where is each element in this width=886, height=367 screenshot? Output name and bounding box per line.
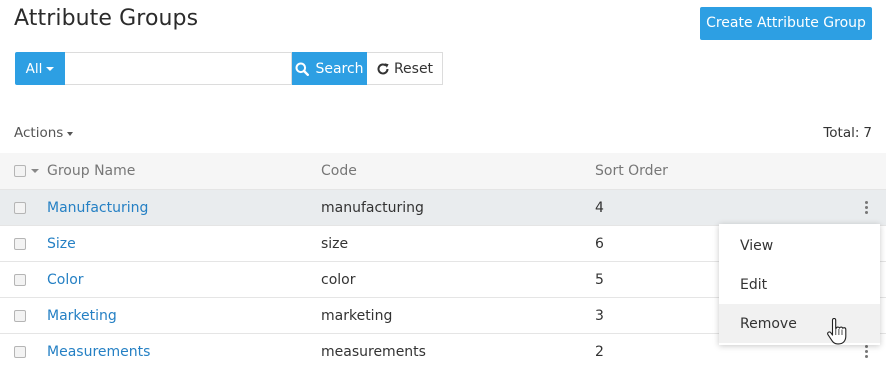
row-checkbox[interactable]	[14, 237, 26, 250]
table-header: Group Name Code Sort Order	[0, 153, 886, 189]
menu-item-view[interactable]: View	[719, 226, 880, 265]
total-label: Total:	[823, 125, 860, 141]
row-actions-menu: View Edit Remove	[719, 224, 880, 345]
group-sort-order: 6	[595, 235, 604, 252]
kebab-icon[interactable]	[862, 345, 870, 358]
group-code: marketing	[321, 307, 393, 324]
group-sort-order: 3	[595, 307, 604, 324]
group-name-link[interactable]: Marketing	[47, 308, 117, 324]
scope-dropdown[interactable]: All	[15, 52, 65, 85]
group-name-link[interactable]: Manufacturing	[47, 200, 148, 216]
group-sort-order: 4	[595, 199, 604, 216]
total-value: 7	[863, 125, 872, 141]
search-icon	[295, 62, 310, 76]
group-code: measurements	[321, 343, 426, 360]
table-row[interactable]: Manufacturing manufacturing 4	[0, 189, 886, 225]
reset-button-label: Reset	[393, 60, 434, 77]
kebab-icon[interactable]	[862, 201, 870, 214]
row-checkbox[interactable]	[14, 273, 26, 286]
menu-item-edit[interactable]: Edit	[719, 265, 880, 304]
hand-pointer-icon	[827, 318, 847, 345]
group-sort-order: 2	[595, 343, 604, 360]
search-input[interactable]	[65, 52, 292, 85]
group-code: manufacturing	[321, 199, 424, 216]
search-button[interactable]: Search	[292, 52, 367, 85]
select-all-checkbox[interactable]	[14, 165, 26, 177]
menu-item-remove[interactable]: Remove	[719, 304, 880, 343]
group-name-link[interactable]: Size	[47, 236, 76, 252]
row-checkbox[interactable]	[14, 345, 26, 358]
chevron-down-icon[interactable]	[31, 169, 39, 173]
chevron-down-icon	[67, 132, 74, 136]
group-code: color	[321, 271, 356, 288]
actions-dropdown[interactable]: Actions	[14, 125, 74, 141]
refresh-icon	[377, 62, 389, 74]
group-sort-order: 5	[595, 271, 604, 288]
group-code: size	[321, 235, 349, 252]
page-title: Attribute Groups	[14, 6, 199, 31]
column-header-sort-order[interactable]: Sort Order	[595, 163, 668, 179]
row-checkbox[interactable]	[14, 309, 26, 322]
reset-button[interactable]: Reset	[367, 52, 443, 85]
row-checkbox[interactable]	[14, 201, 26, 214]
search-button-label: Search	[315, 60, 364, 77]
create-attribute-group-button[interactable]: Create Attribute Group	[700, 7, 872, 40]
group-name-link[interactable]: Color	[47, 272, 84, 288]
column-header-code[interactable]: Code	[321, 163, 357, 179]
total-count: Total: 7	[823, 125, 872, 141]
scope-dropdown-label: All	[25, 60, 43, 77]
column-header-group-name[interactable]: Group Name	[47, 163, 135, 179]
search-bar: All Search Reset	[15, 52, 443, 85]
group-name-link[interactable]: Measurements	[47, 344, 150, 360]
chevron-down-icon	[46, 66, 55, 71]
actions-label: Actions	[14, 125, 64, 141]
